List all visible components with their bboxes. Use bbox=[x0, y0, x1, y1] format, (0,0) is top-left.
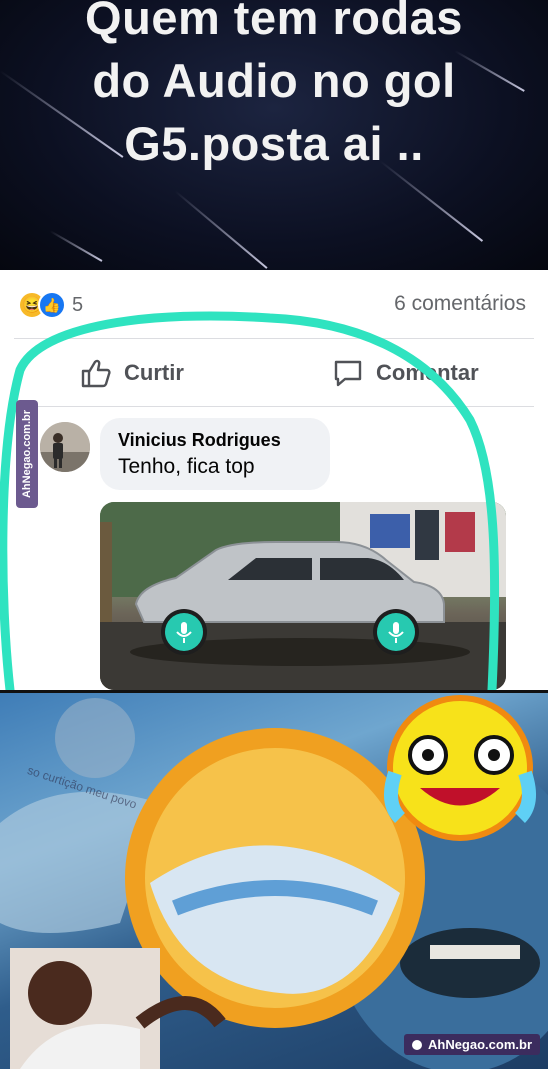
side-watermark-text: AhNegao.com.br bbox=[21, 409, 33, 499]
reaction-meme-image: so curtição meu povo AhNegao.com.br bbox=[0, 693, 548, 1069]
logo-icon bbox=[411, 1039, 422, 1050]
light-streak bbox=[174, 190, 268, 269]
meme-banner: Quem tem rodas do Audio no gol G5.posta … bbox=[0, 0, 548, 270]
divider bbox=[14, 406, 534, 407]
comment-button[interactable]: Comentar bbox=[332, 358, 479, 388]
meme-collage bbox=[0, 695, 548, 1069]
comments-count-link[interactable]: 6 comentários bbox=[394, 292, 526, 316]
silver-car-image bbox=[100, 502, 506, 690]
bottom-watermark-text: AhNegao.com.br bbox=[427, 1037, 532, 1052]
reaction-count: 5 bbox=[72, 293, 84, 316]
comment-author[interactable]: Vinicius Rodrigues bbox=[118, 430, 312, 451]
comment-text: Tenho, fica top bbox=[118, 455, 255, 478]
comment-photo-car[interactable] bbox=[100, 502, 506, 690]
divider bbox=[14, 338, 534, 339]
person-photo-icon bbox=[40, 422, 90, 472]
like-button[interactable]: Curtir bbox=[80, 358, 184, 388]
like-button-label: Curtir bbox=[124, 360, 184, 385]
commenter-avatar[interactable] bbox=[40, 422, 90, 472]
banner-caption: Quem tem rodas do Audio no gol G5.posta … bbox=[85, 0, 463, 170]
reaction-summary[interactable]: 😆 👍 5 bbox=[18, 290, 83, 320]
bottom-watermark: AhNegao.com.br bbox=[403, 1034, 540, 1055]
comment-button-label: Comentar bbox=[376, 360, 479, 385]
facebook-post-card: 😆 👍 5 6 comentários Curtir Comentar Vini… bbox=[0, 270, 548, 690]
like-reaction-icon: 👍 bbox=[38, 291, 66, 319]
side-watermark: AhNegao.com.br bbox=[16, 400, 38, 508]
comment-bubble: Vinicius Rodrigues Tenho, fica top bbox=[100, 418, 330, 490]
thumbs-up-icon bbox=[81, 359, 111, 388]
comment-bubble-icon bbox=[334, 360, 362, 387]
light-streak bbox=[49, 230, 103, 262]
